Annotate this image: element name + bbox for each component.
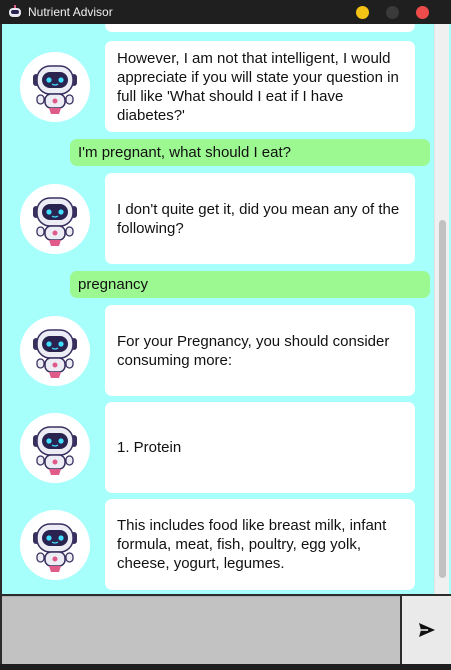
- maximize-button[interactable]: [386, 6, 399, 19]
- message-text: I'm pregnant, what should I eat?: [78, 144, 291, 161]
- minimize-button[interactable]: [356, 6, 369, 19]
- close-button[interactable]: [416, 6, 429, 19]
- user-message: pregnancy: [70, 271, 430, 298]
- bot-message: This includes food like breast milk, inf…: [105, 499, 415, 590]
- user-message: I'm pregnant, what should I eat?: [70, 139, 430, 166]
- background-strip: [0, 664, 451, 670]
- window-title: Nutrient Advisor: [28, 5, 113, 19]
- message-input-area[interactable]: [2, 596, 400, 664]
- message-text: However, I am not that intelligent, I wo…: [117, 49, 399, 124]
- app-robot-icon: [8, 5, 22, 19]
- robot-avatar-icon: [20, 184, 90, 254]
- message-text: 1. Protein: [117, 439, 182, 456]
- bot-avatar: [20, 316, 90, 386]
- bot-avatar: [20, 413, 90, 483]
- previous-message-fragment: [105, 24, 415, 32]
- bot-avatar: [20, 184, 90, 254]
- send-button[interactable]: [402, 596, 451, 664]
- message-text: This includes food like breast milk, inf…: [117, 517, 387, 572]
- bot-message: For your Pregnancy, you should consider …: [105, 305, 415, 396]
- robot-avatar-icon: [20, 316, 90, 386]
- message-text: pregnancy: [78, 276, 149, 293]
- bot-avatar: [20, 52, 90, 122]
- scrollbar-thumb[interactable]: [439, 220, 446, 578]
- title-bar: Nutrient Advisor: [0, 0, 451, 24]
- robot-avatar-icon: [20, 413, 90, 483]
- robot-avatar-icon: [20, 510, 90, 580]
- bot-message: 1. Protein: [105, 402, 415, 493]
- chat-scrollbar[interactable]: [434, 24, 449, 594]
- message-input[interactable]: [2, 597, 400, 664]
- chat-history[interactable]: However, I am not that intelligent, I wo…: [2, 24, 451, 594]
- send-icon: [418, 623, 435, 637]
- robot-avatar-icon: [20, 52, 90, 122]
- message-text: For your Pregnancy, you should consider …: [117, 332, 390, 369]
- message-text: I don't quite get it, did you mean any o…: [117, 200, 400, 237]
- bot-message: I don't quite get it, did you mean any o…: [105, 173, 415, 264]
- bot-avatar: [20, 510, 90, 580]
- bot-message: However, I am not that intelligent, I wo…: [105, 41, 415, 132]
